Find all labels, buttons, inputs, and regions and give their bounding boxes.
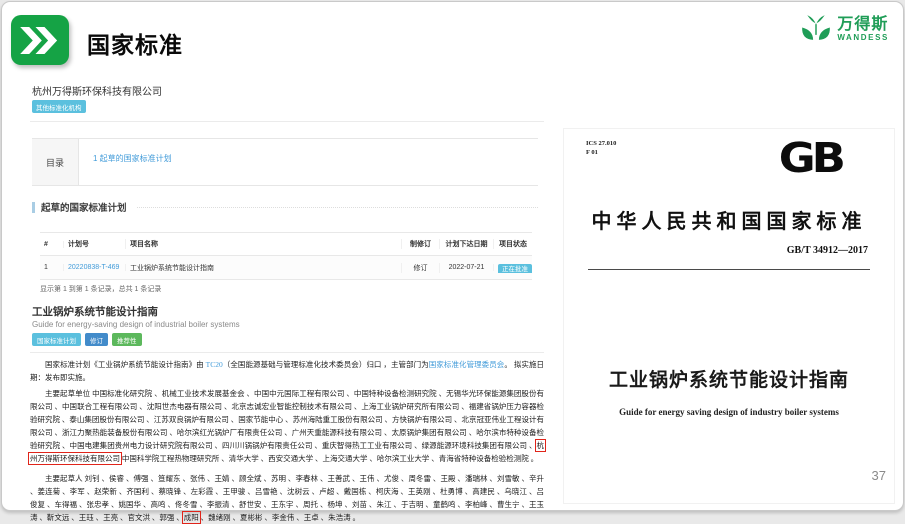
section-title: 起草的国家标准计划 [41,200,127,214]
ics-codes: ICS 27.010 F 01 [586,139,616,157]
cell-date: 2022-07-21 [440,264,494,271]
table-row: 1 20220838-T-469 工业锅炉系统节能设计指南 修订 2022-07… [40,256,532,280]
col-header-date: 计划下达日期 [440,239,494,249]
tag-recommended: 推荐性 [112,333,142,346]
tag-revision: 修订 [85,333,108,346]
cell-project-name: 工业锅炉系统节能设计指南 [126,263,402,273]
col-header-name: 项目名称 [126,239,402,249]
text-run: （全国能源基础与管理标准化技术委员会）归口 ，主管部门为 [223,360,429,369]
text-run: 国家标准计划《工业锅炉系统节能设计指南》由 [45,360,206,369]
company-name: 杭州万得斯环保科技有限公司 [32,83,162,98]
cover-rule [588,269,870,270]
plans-table: # 计划号 项目名称 制修订 计划下达日期 项目状态 1 20220838-T-… [40,232,532,280]
standard-code: GB/T 34912—2017 [787,245,868,256]
slide: 国家标准 万得斯 WANDESS 杭州万得斯环保科技有限公司 其他标准化机构 目… [1,1,904,511]
gb-standard-cover: ICS 27.010 F 01 GB 中华人民共和国国家标准 GB/T 3491… [563,128,895,504]
ics-code: ICS 27.010 [586,139,616,148]
standard-title: 工业锅炉系统节能设计指南 [32,304,158,319]
cover-standard-title: 工业锅炉系统节能设计指南 [564,365,894,392]
wandess-logo-text: 万得斯 WANDESS [837,16,889,42]
logo-name: 万得斯 [837,16,889,33]
divider [30,352,544,353]
tc20-link[interactable]: TC20 [206,360,223,369]
toc-label: 目录 [32,139,79,185]
gb-logo: GB [779,133,842,182]
pagination-summary: 显示第 1 到第 1 条记录，总共 1 条记录 [40,284,161,294]
col-header-revision: 制修订 [402,239,440,249]
paragraph-drafters: 主要起草人 刘钊 、侯睿 、傅强 、笪耀东 、张伟 、王婧 、顾全斌 、苏明 、… [30,472,544,524]
table-header-row: # 计划号 项目名称 制修订 计划下达日期 项目状态 [40,233,532,256]
section-accent-bar [32,202,35,213]
status-badge: 正在批准 [498,264,532,273]
divider [30,121,544,122]
cover-heading: 中华人民共和国国家标准 [564,205,894,234]
section-dotted-rule [137,207,538,208]
double-chevron-icon [19,27,61,54]
paragraph-drafting-units: 主要起草单位 中国标准化研究院 、机械工业技术发展基金会 、中国中元国际工程有限… [30,387,544,465]
paragraph-overview: 国家标准计划《工业锅炉系统节能设计指南》由 TC20（全国能源基础与管理标准化技… [30,358,544,384]
col-header-index: # [40,241,64,248]
slide-page-number: 37 [872,468,886,483]
wandess-logo: 万得斯 WANDESS [800,13,889,45]
webpage-screenshot: 杭州万得斯环保科技有限公司 其他标准化机构 目录 1 起草的国家标准计划 起草的… [30,80,544,508]
col-header-status: 项目状态 [494,239,532,249]
logo-subtitle: WANDESS [837,33,889,42]
plan-number-link[interactable]: 20220838-T-469 [68,264,119,271]
text-run: 、魏绪刚 、夏彬彬 、李金伟 、王卓 、朱浩涛 。 [199,513,360,522]
text-run: 中国科学院工程热物理研究所 、清华大学 、西安交通大学 、上海交通大学 、哈尔滨… [120,454,538,463]
standard-tags: 国家标准计划 修订 推荐性 [32,333,142,346]
tag-national-plan: 国家标准计划 [32,333,81,346]
cell-plan-no: 20220838-T-469 [64,264,126,271]
highlight-person-red-box: 成阳 [184,513,199,522]
col-header-plan-no: 计划号 [64,239,126,249]
text-run: 主要起草单位 中国标准化研究院 、机械工业技术发展基金会 、中国中元国际工程有限… [30,389,544,450]
toc-link[interactable]: 1 起草的国家标准计划 [93,154,172,163]
section-header: 起草的国家标准计划 [32,200,538,214]
standard-subtitle-en: Guide for energy-saving design of indust… [32,320,240,329]
toc-box: 目录 1 起草的国家标准计划 [32,138,538,186]
sac-link[interactable]: 国家标准化管理委员会 [429,360,505,369]
standard-description: 国家标准计划《工业锅炉系统节能设计指南》由 TC20（全国能源基础与管理标准化技… [30,358,544,524]
cell-index: 1 [40,264,64,271]
ics-class: F 01 [586,148,616,157]
cover-standard-subtitle-en: Guide for energy saving design of indust… [564,407,894,417]
chevron-badge-icon [11,15,69,65]
wandess-logo-icon [800,13,832,45]
company-type-badge: 其他标准化机构 [32,100,86,113]
toc-body: 1 起草的国家标准计划 [79,139,538,185]
page-title: 国家标准 [87,26,183,60]
cell-revision: 修订 [402,263,440,273]
cell-status: 正在批准 [494,263,532,273]
